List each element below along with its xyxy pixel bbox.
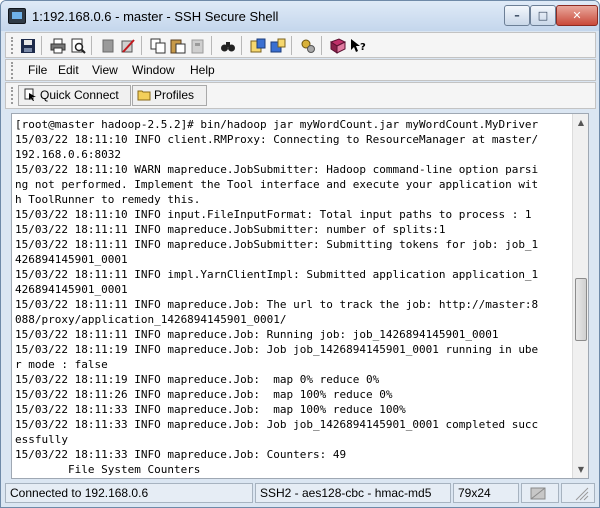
terminal-line: 426894145901_0001 [15, 283, 128, 296]
copy-icon[interactable] [150, 38, 166, 54]
terminal-line: File System Counters [15, 463, 201, 476]
quick-connect-label: Quick Connect [40, 88, 119, 102]
paste-icon[interactable] [170, 38, 186, 54]
terminal-line: 15/03/22 18:11:10 INFO client.RMProxy: C… [15, 133, 539, 146]
menu-help[interactable]: Help [190, 63, 215, 77]
window-title: 1:192.168.0.6 - master - SSH Secure Shel… [32, 9, 279, 24]
terminal-line: 192.168.0.6:8032 [15, 148, 121, 161]
vertical-scrollbar[interactable]: ▲ ▼ [572, 114, 588, 478]
new-file-transfer-icon[interactable] [270, 38, 286, 54]
menu-view[interactable]: View [92, 63, 118, 77]
scrollbar-thumb[interactable] [575, 278, 587, 341]
terminal-line: 15/03/22 18:11:11 INFO mapreduce.Job: Ru… [15, 328, 499, 341]
menu-file[interactable]: File [28, 63, 47, 77]
toolbar-separator [41, 36, 42, 55]
scroll-down-arrow-icon[interactable]: ▼ [573, 461, 588, 478]
terminal-line: 088/proxy/application_1426894145901_0001… [15, 313, 287, 326]
terminal-line: 15/03/22 18:11:11 INFO impl.YarnClientIm… [15, 268, 539, 281]
help-book-icon[interactable] [329, 38, 347, 54]
profiles-button[interactable]: Profiles [132, 85, 207, 106]
toolbar-separator [91, 36, 92, 55]
ssh-window: 1:192.168.0.6 - master - SSH Secure Shel… [0, 0, 600, 508]
save-icon[interactable] [20, 38, 36, 54]
terminal-line: [root@master hadoop-2.5.2]# bin/hadoop j… [15, 118, 539, 131]
terminal-line: 15/03/22 18:11:33 INFO mapreduce.Job: Co… [15, 448, 347, 461]
terminal-app-icon [8, 8, 26, 24]
toolbar-separator [291, 36, 292, 55]
terminal-size: 79x24 [453, 483, 519, 503]
terminal-line: essfully [15, 433, 68, 446]
terminal-line: 15/03/22 18:11:19 INFO mapreduce.Job: ma… [15, 373, 380, 386]
disconnect-all-icon[interactable] [120, 38, 136, 54]
terminal-line: 15/03/22 18:11:10 WARN mapreduce.JobSubm… [15, 163, 539, 176]
disconnect-icon[interactable] [100, 38, 116, 54]
toolbar-separator [211, 36, 212, 55]
menu-window[interactable]: Window [132, 63, 175, 77]
encryption-status-icon [521, 483, 559, 503]
terminal-line: 15/03/22 18:11:33 INFO mapreduce.Job: Jo… [15, 418, 539, 431]
toolbar-grip[interactable] [11, 37, 14, 54]
quickbar-grip[interactable] [11, 87, 14, 104]
cipher-info: SSH2 - aes128-cbc - hmac-md5 [255, 483, 451, 503]
terminal-line: 15/03/22 18:11:11 INFO mapreduce.JobSubm… [15, 238, 539, 251]
size-grip-icon[interactable] [561, 483, 595, 503]
svg-text:?: ? [360, 42, 366, 53]
terminal-line: ng not performed. Implement the Tool int… [15, 178, 539, 191]
menu-bar: File Edit View Window Help [5, 59, 596, 81]
paste-disabled-icon[interactable] [190, 38, 206, 54]
print-icon[interactable] [50, 38, 66, 54]
toolbar: ? [5, 32, 596, 58]
minimize-button[interactable]: – [504, 5, 530, 26]
find-icon[interactable] [220, 38, 236, 54]
quick-connect-button[interactable]: Quick Connect [18, 85, 131, 106]
terminal-line: 15/03/22 18:11:10 INFO input.FileInputFo… [15, 208, 532, 221]
file-transfer-icon[interactable] [250, 38, 266, 54]
terminal-line: 426894145901_0001 [15, 253, 128, 266]
terminal-line: h ToolRunner to remedy this. [15, 193, 201, 206]
context-help-icon[interactable]: ? [350, 38, 366, 54]
status-bar: Connected to 192.168.0.6 SSH2 - aes128-c… [5, 482, 596, 504]
toolbar-separator [241, 36, 242, 55]
terminal-line: 15/03/22 18:11:11 INFO mapreduce.Job: Th… [15, 298, 539, 311]
toolbar-separator [141, 36, 142, 55]
quick-connect-bar: Quick Connect Profiles [5, 82, 596, 109]
print-preview-icon[interactable] [70, 38, 86, 54]
close-button[interactable]: ✕ [556, 5, 598, 26]
terminal-screen[interactable]: [root@master hadoop-2.5.2]# bin/hadoop j… [11, 113, 589, 479]
quick-connect-icon [23, 88, 37, 102]
terminal-output: [root@master hadoop-2.5.2]# bin/hadoop j… [15, 117, 571, 477]
menubar-grip[interactable] [11, 62, 14, 79]
terminal-line: r mode : false [15, 358, 108, 371]
title-bar[interactable]: 1:192.168.0.6 - master - SSH Secure Shel… [1, 1, 599, 31]
folder-icon [137, 88, 151, 102]
terminal-line: 15/03/22 18:11:11 INFO mapreduce.JobSubm… [15, 223, 446, 236]
terminal-line: 15/03/22 18:11:33 INFO mapreduce.Job: ma… [15, 403, 406, 416]
connection-status: Connected to 192.168.0.6 [5, 483, 253, 503]
menu-edit[interactable]: Edit [58, 63, 79, 77]
scroll-up-arrow-icon[interactable]: ▲ [573, 114, 588, 131]
toolbar-separator [321, 36, 322, 55]
maximize-button[interactable]: □ [530, 5, 556, 26]
profiles-label: Profiles [154, 88, 195, 102]
settings-icon[interactable] [300, 38, 316, 54]
terminal-line: 15/03/22 18:11:26 INFO mapreduce.Job: ma… [15, 388, 393, 401]
terminal-line: 15/03/22 18:11:19 INFO mapreduce.Job: Jo… [15, 343, 539, 356]
